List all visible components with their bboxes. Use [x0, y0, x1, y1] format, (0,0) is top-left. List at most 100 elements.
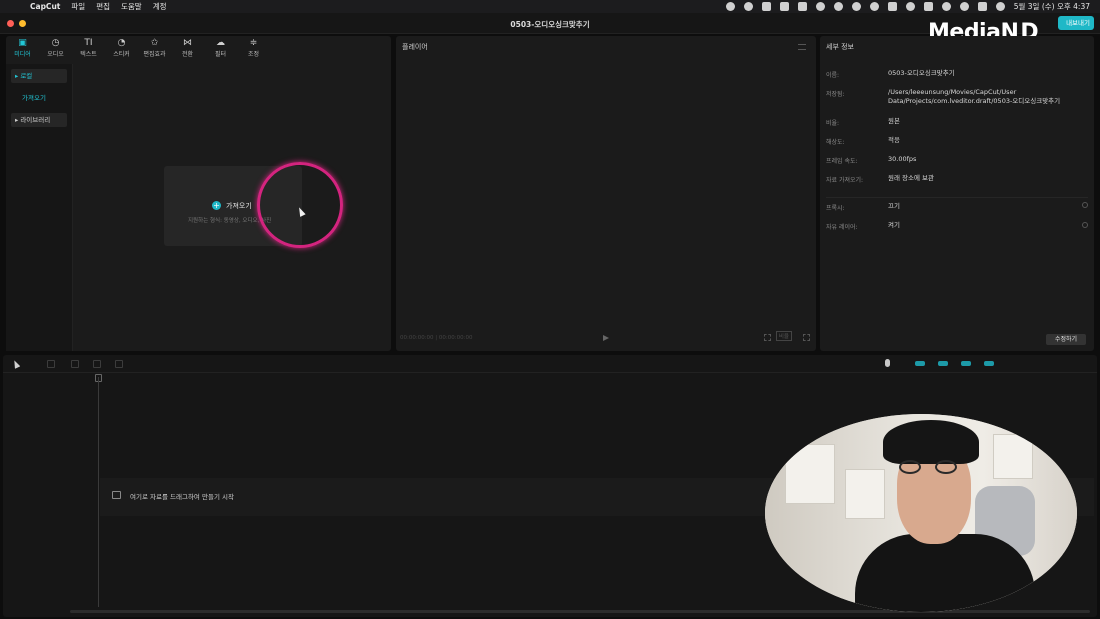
tool-effects[interactable]: ✩ 편집효과: [138, 36, 171, 62]
wall-paper: [785, 444, 835, 504]
record-icon[interactable]: [725, 2, 735, 11]
timeline-drop-hint: 여기로 자료를 드래그하여 만들기 시작: [130, 493, 234, 501]
tool-text[interactable]: TI 텍스트: [72, 36, 105, 62]
ratio-button[interactable]: 비율: [775, 331, 792, 341]
tool-adjust[interactable]: ≑ 조정: [237, 36, 270, 62]
detail-label-name: 이름:: [826, 72, 840, 79]
timeline-toolbar: [3, 355, 1097, 373]
detail-label-resolution: 해상도:: [826, 139, 845, 146]
tool-audio[interactable]: ◷ 오디오: [39, 36, 72, 62]
detail-label-free-layer: 자유 레이어:: [826, 224, 858, 231]
wifi-icon[interactable]: [941, 2, 951, 11]
media-sidebar: ▸ 로컬 가져오기 ▸ 라이브러리: [6, 64, 73, 351]
bluetooth-icon[interactable]: [905, 2, 915, 11]
info-icon[interactable]: [1082, 202, 1088, 208]
menu-edit[interactable]: 편집: [96, 1, 110, 12]
export-button[interactable]: 내보내기: [1058, 16, 1094, 30]
wall-paper: [845, 469, 885, 519]
film-icon: [112, 491, 121, 499]
text-icon: TI: [84, 38, 93, 48]
detail-label-ratio: 비율:: [826, 120, 840, 127]
app-icon[interactable]: [761, 2, 771, 11]
status-icons: 5월 3일 (수) 오후 4:37: [725, 0, 1090, 13]
menu-icon[interactable]: [798, 44, 806, 50]
play-status-icon[interactable]: [743, 2, 753, 11]
tool-transition[interactable]: ⋈ 전환: [171, 36, 204, 62]
detail-label-saved: 저장됨:: [826, 91, 845, 98]
siri-icon[interactable]: [995, 2, 1005, 11]
detail-value-free-layer: 켜기: [888, 221, 900, 229]
detail-value-import: 원래 장소에 보관: [888, 174, 934, 182]
control-center-icon[interactable]: [977, 2, 987, 11]
shield-icon[interactable]: [797, 2, 807, 11]
person-glasses: [897, 460, 971, 474]
clock-icon[interactable]: [851, 2, 861, 11]
link-main-track-icon[interactable]: [915, 361, 925, 366]
webcam-overlay: [765, 414, 1077, 612]
sidebar-item-import[interactable]: 가져오기: [18, 91, 74, 105]
modify-button[interactable]: 수정하기: [1046, 334, 1086, 345]
import-label: 가져오기: [226, 202, 252, 210]
search-icon[interactable]: [959, 2, 969, 11]
input-source-icon[interactable]: [887, 2, 897, 11]
menu-account[interactable]: 계정: [153, 1, 167, 12]
detail-value-framerate: 30.00fps: [888, 155, 917, 163]
tool-filter[interactable]: ☁ 필터: [204, 36, 237, 62]
details-panel: 세부 정보 이름: 0503-오디오싱크맞추기 저장됨: /Users/leee…: [820, 36, 1094, 351]
detail-value-resolution: 적응: [888, 136, 900, 144]
volume-icon[interactable]: [869, 2, 879, 11]
person-cap: [883, 420, 979, 464]
detail-value-proxy: 끄기: [888, 202, 900, 210]
detail-label-proxy: 프록시:: [826, 205, 845, 212]
magnet-icon[interactable]: [938, 361, 948, 366]
click-highlight-ring: [257, 162, 343, 248]
media-icon: ▣: [18, 38, 27, 48]
filter-icon: ☁: [216, 38, 225, 48]
sidebar-item-library[interactable]: ▸ 라이브러리: [11, 113, 67, 127]
player-title: 플레이어: [402, 43, 428, 51]
player-timecode: 00:00:00:00 | 00:00:00:00: [400, 335, 473, 341]
fullscreen-icon[interactable]: [803, 334, 810, 341]
tool-sticker[interactable]: ◔ 스티커: [105, 36, 138, 62]
person-body: [855, 534, 1035, 612]
player-panel: 플레이어 00:00:00:00 | 00:00:00:00 비율: [396, 36, 816, 351]
menu-help[interactable]: 도움말: [121, 1, 142, 12]
detail-value-ratio: 원본: [888, 117, 900, 125]
select-tool-icon[interactable]: [11, 359, 21, 369]
microphone-icon[interactable]: [885, 359, 890, 367]
sidebar-item-local[interactable]: ▸ 로컬: [11, 69, 67, 83]
sync-icon[interactable]: [815, 2, 825, 11]
adjust-icon: ≑: [249, 38, 258, 48]
playhead[interactable]: [98, 377, 99, 607]
fit-icon[interactable]: [764, 334, 771, 341]
menu-file[interactable]: 파일: [71, 1, 85, 12]
tool-media[interactable]: ▣ 미디어: [6, 36, 39, 62]
info-icon[interactable]: [1082, 222, 1088, 228]
detail-label-framerate: 프레임 속도:: [826, 158, 858, 165]
undo-icon[interactable]: [47, 360, 55, 368]
detail-value-name: 0503-오디오싱크맞추기: [888, 69, 955, 77]
detail-value-saved: /Users/leeeunsung/Movies/CapCut/User Dat…: [888, 88, 1061, 105]
menu-bar: CapCut 파일 편집 도움말 계정 5월 3일 (수) 오후 4:37: [0, 0, 1100, 13]
transition-icon: ⋈: [183, 38, 192, 48]
play-icon[interactable]: [603, 335, 609, 341]
menu-clock[interactable]: 5월 3일 (수) 오후 4:37: [1014, 1, 1090, 12]
message-icon[interactable]: [833, 2, 843, 11]
audio-icon: ◷: [51, 38, 60, 48]
effects-icon: ✩: [150, 38, 159, 48]
split-icon[interactable]: [93, 360, 101, 368]
details-divider: [826, 197, 1088, 198]
link-icon[interactable]: [961, 361, 971, 366]
wall-paper: [993, 434, 1033, 479]
details-title: 세부 정보: [826, 43, 854, 51]
battery-icon[interactable]: [923, 2, 933, 11]
preview-axis-icon[interactable]: [984, 361, 994, 366]
delete-icon[interactable]: [115, 360, 123, 368]
media-toolbar: ▣ 미디어 ◷ 오디오 TI 텍스트 ◔ 스티커 ✩ 편집효과 ⋈ 전환 ☁ 필터 ≑ 조정: [6, 36, 391, 62]
plus-icon: +: [212, 201, 221, 210]
detail-label-import: 자료 가져오기:: [826, 177, 864, 184]
window-icon[interactable]: [779, 2, 789, 11]
menu-app-name[interactable]: CapCut: [30, 2, 60, 11]
redo-icon[interactable]: [71, 360, 79, 368]
sticker-icon: ◔: [117, 38, 126, 48]
